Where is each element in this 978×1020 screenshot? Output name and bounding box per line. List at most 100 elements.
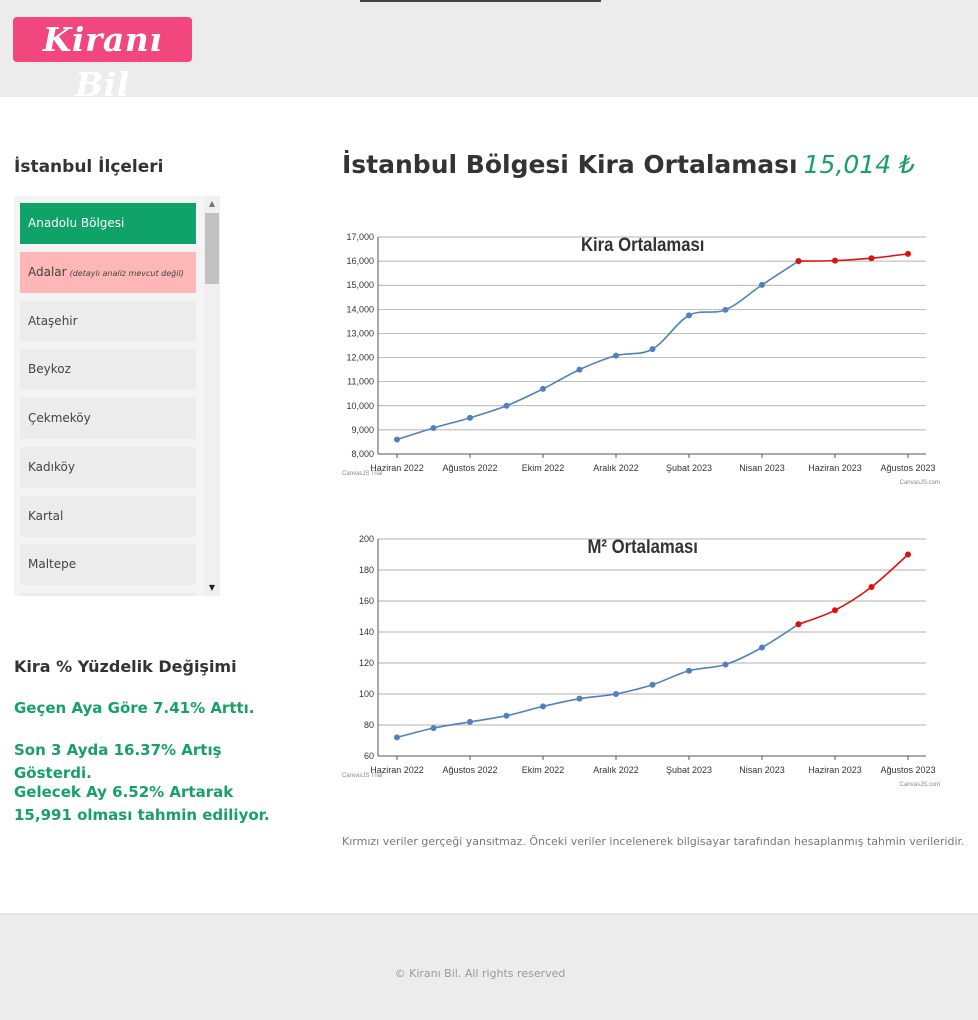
y-tick-label: 15,000 bbox=[346, 280, 374, 290]
y-tick-label: 140 bbox=[359, 627, 374, 637]
header: Kiranı Bil bbox=[0, 0, 978, 104]
data-point bbox=[394, 734, 400, 741]
data-point bbox=[832, 607, 838, 614]
data-point bbox=[467, 718, 473, 725]
data-point bbox=[430, 725, 437, 732]
data-point bbox=[795, 258, 802, 265]
y-tick-label: 12,000 bbox=[346, 353, 374, 363]
districts-list[interactable]: Anadolu Bölgesi Adalar (detaylı analiz me… bbox=[14, 196, 220, 596]
y-tick-label: 60 bbox=[364, 751, 374, 761]
logo[interactable]: Kiranı Bil bbox=[13, 17, 192, 104]
data-point bbox=[686, 667, 692, 674]
y-tick-label: 8,000 bbox=[351, 449, 374, 459]
data-point bbox=[722, 306, 729, 313]
data-point bbox=[905, 551, 911, 558]
districts-title: İstanbul İlçeleri bbox=[14, 157, 164, 177]
x-tick-label: Şubat 2023 bbox=[666, 463, 712, 473]
rent-average-chart: Kira Ortalaması8,0009,00010,00011,00012,… bbox=[342, 232, 940, 486]
stat-3month-change: Son 3 Ayda 16.37% Artış Gösterdi. bbox=[14, 741, 222, 782]
y-tick-label: 160 bbox=[359, 596, 374, 606]
stat-forecast: Gelecek Ay 6.52% Artarak 15,991 olması t… bbox=[14, 783, 270, 824]
data-point bbox=[649, 681, 656, 688]
data-point bbox=[540, 703, 546, 710]
x-tick-label: Ekim 2022 bbox=[522, 463, 565, 473]
district-label: Kartal bbox=[28, 509, 64, 523]
district-item-kadikoy[interactable]: Kadıköy bbox=[20, 447, 196, 488]
x-tick-label: Nisan 2023 bbox=[739, 765, 785, 775]
stats-title: Kira % Yüzdelik Değişimi bbox=[14, 657, 237, 676]
x-tick-label: Şubat 2023 bbox=[666, 765, 712, 775]
series-line bbox=[798, 253, 909, 262]
data-point bbox=[503, 402, 510, 409]
data-point bbox=[503, 712, 510, 719]
data-point bbox=[868, 255, 875, 262]
scroll-down-arrow-icon[interactable]: ▼ bbox=[204, 580, 220, 596]
data-point bbox=[905, 250, 911, 257]
top-divider bbox=[360, 0, 601, 2]
y-tick-label: 11,000 bbox=[347, 377, 374, 387]
data-point bbox=[540, 385, 546, 392]
district-item-cekmekoy[interactable]: Çekmeköy bbox=[20, 398, 196, 439]
district-item-anadolu[interactable]: Anadolu Bölgesi bbox=[20, 203, 196, 244]
series-line bbox=[396, 623, 799, 739]
x-tick-label: Ekim 2022 bbox=[522, 765, 565, 775]
series-line bbox=[798, 553, 909, 625]
data-point bbox=[576, 366, 583, 373]
x-tick-label: Aralık 2022 bbox=[593, 765, 639, 775]
district-item-atasehir[interactable]: Ataşehir bbox=[20, 301, 196, 342]
y-tick-label: 200 bbox=[359, 534, 374, 544]
district-label: Çekmeköy bbox=[28, 411, 91, 425]
district-note: (detaylı analiz mevcut değil) bbox=[69, 269, 184, 278]
district-item-kartal[interactable]: Kartal bbox=[20, 496, 196, 537]
chart-credit-left: CanvasJS Trial bbox=[342, 773, 382, 779]
y-tick-label: 120 bbox=[359, 658, 374, 668]
data-point bbox=[613, 352, 619, 359]
district-label: Ataşehir bbox=[28, 314, 78, 328]
series-line bbox=[396, 260, 799, 441]
y-tick-label: 17,000 bbox=[346, 232, 374, 242]
district-label: Maltepe bbox=[28, 557, 77, 571]
district-item-partial[interactable] bbox=[20, 593, 196, 596]
chart-credit-right: CanvasJS.com bbox=[900, 782, 940, 788]
district-item-adalar[interactable]: Adalar (detaylı analiz mevcut değil) bbox=[20, 252, 196, 293]
data-point bbox=[722, 661, 729, 668]
y-tick-label: 80 bbox=[364, 720, 374, 730]
data-point bbox=[576, 695, 583, 702]
x-tick-label: Ağustos 2022 bbox=[442, 765, 497, 775]
data-point bbox=[868, 584, 875, 591]
forecast-disclaimer: Kırmızı veriler gerçeği yansıtmaz. Öncek… bbox=[342, 835, 965, 848]
y-tick-label: 180 bbox=[359, 565, 374, 575]
average-rent-value: 15,014 ₺ bbox=[803, 150, 915, 179]
x-tick-label: Ağustos 2023 bbox=[880, 765, 935, 775]
x-tick-label: Haziran 2023 bbox=[808, 765, 862, 775]
y-tick-label: 16,000 bbox=[346, 256, 374, 266]
district-item-maltepe[interactable]: Maltepe bbox=[20, 544, 196, 585]
district-label: Beykoz bbox=[28, 362, 71, 376]
page-title-text: İstanbul Bölgesi Kira Ortalaması bbox=[342, 150, 798, 179]
m2-average-chart: M² Ortalaması6080100120140160180200Hazir… bbox=[342, 534, 940, 788]
data-point bbox=[759, 644, 765, 651]
district-item-beykoz[interactable]: Beykoz bbox=[20, 349, 196, 390]
x-tick-label: Aralık 2022 bbox=[593, 463, 639, 473]
y-tick-label: 10,000 bbox=[346, 401, 374, 411]
chart-credit-right: CanvasJS.com bbox=[900, 480, 940, 486]
data-point bbox=[430, 424, 437, 431]
footer: © Kiranı Bil. All rights reserved bbox=[0, 913, 978, 1020]
y-tick-label: 13,000 bbox=[346, 328, 374, 338]
copyright-text: © Kiranı Bil. All rights reserved bbox=[394, 967, 566, 980]
x-tick-label: Nisan 2023 bbox=[739, 463, 785, 473]
list-scrollbar[interactable]: ▲ ▼ bbox=[204, 196, 220, 596]
district-label: Adalar bbox=[28, 265, 67, 279]
data-point bbox=[649, 346, 656, 353]
data-point bbox=[394, 436, 400, 443]
data-point bbox=[795, 621, 802, 628]
page-title: İstanbul Bölgesi Kira Ortalaması 15,014 ₺ bbox=[342, 150, 915, 179]
x-tick-label: Haziran 2023 bbox=[808, 463, 862, 473]
chart-credit-left: CanvasJS Trial bbox=[342, 471, 382, 477]
scroll-up-arrow-icon[interactable]: ▲ bbox=[204, 196, 220, 212]
district-label: Anadolu Bölgesi bbox=[28, 216, 125, 230]
y-tick-label: 9,000 bbox=[351, 425, 374, 435]
data-point bbox=[467, 414, 473, 421]
scroll-thumb[interactable] bbox=[205, 213, 219, 284]
stat-month-change: Geçen Aya Göre 7.41% Arttı. bbox=[14, 699, 255, 717]
